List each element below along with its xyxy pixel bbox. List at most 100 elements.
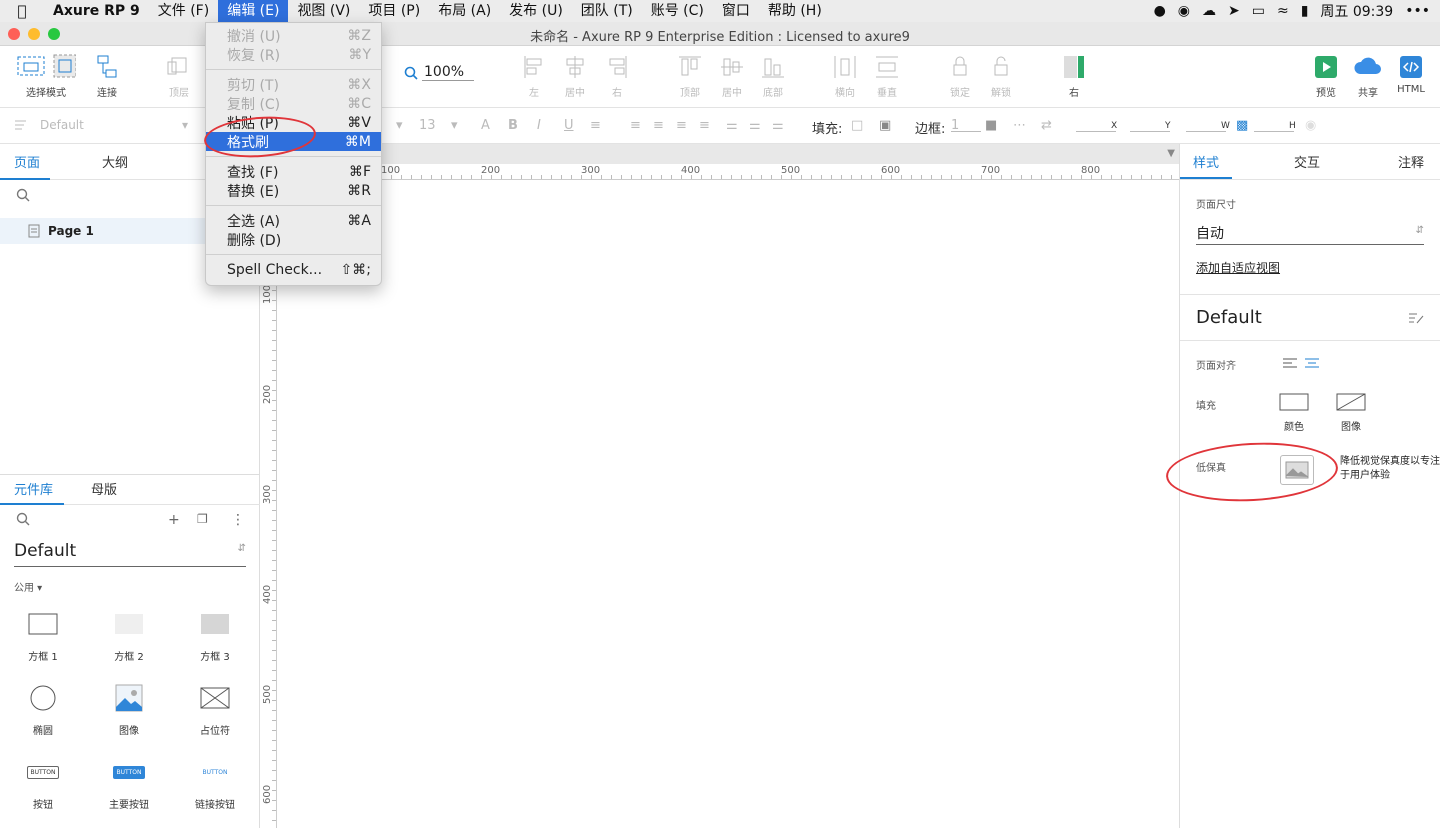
- apple-icon[interactable]: : [0, 2, 44, 20]
- status-app-icon[interactable]: ◉: [1178, 3, 1190, 19]
- tab-library[interactable]: 元件库: [0, 475, 64, 505]
- x-field[interactable]: [1076, 118, 1116, 132]
- menu-item-format-painter[interactable]: 格式刷 ⌘M: [206, 132, 381, 151]
- text-align-left-icon[interactable]: ≡: [630, 118, 641, 133]
- border-color-icon[interactable]: ■: [985, 118, 997, 133]
- widget-box1[interactable]: 方框 1: [0, 604, 86, 663]
- text-justify-icon[interactable]: ≡: [699, 118, 710, 133]
- widget-image[interactable]: 图像: [86, 678, 172, 737]
- page-size-select[interactable]: 自动 ⇵: [1196, 223, 1424, 245]
- menu-item-find[interactable]: 查找 (F) ⌘F: [206, 162, 381, 181]
- menu-publish[interactable]: 发布 (U): [500, 0, 572, 22]
- align-right-button[interactable]: 右: [592, 54, 642, 99]
- font-size-field[interactable]: 13: [419, 118, 436, 133]
- underline-icon[interactable]: U: [564, 118, 574, 133]
- widget-box3[interactable]: 方框 3: [172, 604, 258, 663]
- library-select[interactable]: Default ⇵: [14, 541, 246, 567]
- italic-icon[interactable]: I: [537, 118, 541, 133]
- bring-to-top-button[interactable]: 顶层: [154, 54, 204, 99]
- tab-style[interactable]: 样式: [1180, 144, 1232, 179]
- widget-ellipse[interactable]: 椭圆: [0, 678, 86, 737]
- menu-item-paste[interactable]: 粘贴 (P) ⌘V: [206, 113, 381, 132]
- h-field[interactable]: [1254, 118, 1294, 132]
- more-icon[interactable]: •••: [1405, 3, 1430, 19]
- library-search-icon[interactable]: [16, 512, 30, 530]
- tab-masters[interactable]: 母版: [64, 475, 144, 505]
- library-more-icon[interactable]: ⋮: [231, 512, 245, 528]
- menu-help[interactable]: 帮助 (H): [759, 0, 831, 22]
- visibility-icon[interactable]: ◉: [1305, 118, 1316, 133]
- text-align-center-icon[interactable]: ≡: [653, 118, 664, 133]
- bullet-list-icon[interactable]: ≡: [590, 118, 601, 133]
- tab-notes[interactable]: 注释: [1382, 144, 1440, 179]
- font-select-chevron-icon[interactable]: ▾: [396, 118, 403, 133]
- bold-icon[interactable]: B: [508, 118, 518, 133]
- add-library-icon[interactable]: +: [168, 512, 180, 528]
- widget-button[interactable]: BUTTON 按钮: [0, 752, 86, 811]
- wechat-icon[interactable]: ☁: [1202, 3, 1216, 19]
- shadow-icon[interactable]: ▣: [879, 118, 891, 133]
- fill-color-swatch[interactable]: □: [851, 118, 863, 133]
- fill-image-button[interactable]: 图像: [1336, 393, 1366, 433]
- menu-item-select-all[interactable]: 全选 (A) ⌘A: [206, 211, 381, 230]
- font-color-icon[interactable]: A: [481, 118, 490, 133]
- widget-link-button[interactable]: BUTTON 链接按钮: [172, 752, 258, 812]
- send-icon[interactable]: ➤: [1228, 3, 1240, 19]
- menu-item-copy[interactable]: 复制 (C) ⌘C: [206, 94, 381, 113]
- menu-file[interactable]: 文件 (F): [149, 0, 218, 22]
- menu-view[interactable]: 视图 (V): [288, 0, 359, 22]
- battery-icon[interactable]: ▮: [1301, 3, 1309, 19]
- text-align-right-icon[interactable]: ≡: [676, 118, 687, 133]
- menu-project[interactable]: 项目 (P): [359, 0, 429, 22]
- qq-icon[interactable]: ●: [1154, 3, 1166, 19]
- wifi-icon[interactable]: ≈: [1277, 3, 1289, 19]
- menu-arrange[interactable]: 布局 (A): [429, 0, 500, 22]
- aspect-lock-icon[interactable]: ▩: [1236, 118, 1248, 133]
- border-width-field[interactable]: 1: [951, 118, 981, 133]
- library-copy-icon[interactable]: ❐: [197, 512, 208, 526]
- display-icon[interactable]: ▭: [1252, 3, 1265, 19]
- menu-window[interactable]: 窗口: [713, 0, 759, 22]
- align-bottom-button[interactable]: 底部: [748, 54, 798, 99]
- distribute-vertical-button[interactable]: 垂直: [862, 54, 912, 99]
- menu-item-spell-check[interactable]: Spell Check... ⇧⌘;: [206, 260, 381, 279]
- zoom-value[interactable]: 100%: [422, 64, 474, 81]
- design-canvas[interactable]: ▼ 100 200 300 400 500 600 700 800 100 20…: [261, 144, 1179, 828]
- clock[interactable]: 周五 09:39: [1320, 1, 1393, 21]
- widget-placeholder[interactable]: 占位符: [172, 678, 258, 737]
- widget-primary-button[interactable]: BUTTON 主要按钮: [86, 752, 172, 811]
- tab-outline[interactable]: 大纲: [50, 144, 180, 180]
- align-left-icon[interactable]: [1282, 357, 1298, 369]
- app-menu[interactable]: Axure RP 9: [44, 0, 149, 22]
- menu-account[interactable]: 账号 (C): [642, 0, 713, 22]
- widget-box2[interactable]: 方框 2: [86, 604, 172, 663]
- edit-style-icon[interactable]: [1408, 311, 1424, 325]
- align-center-icon[interactable]: [1304, 357, 1320, 369]
- menu-item-undo[interactable]: 撤消 (U) ⌘Z: [206, 26, 381, 45]
- menu-item-redo[interactable]: 恢复 (R) ⌘Y: [206, 45, 381, 64]
- w-field[interactable]: [1186, 118, 1226, 132]
- zoom-control[interactable]: 100%: [404, 64, 474, 81]
- menu-team[interactable]: 团队 (T): [572, 0, 642, 22]
- connect-button[interactable]: 连接: [82, 54, 132, 99]
- menu-edit[interactable]: 编辑 (E): [218, 0, 289, 22]
- low-fidelity-toggle[interactable]: [1280, 455, 1314, 485]
- menu-item-delete[interactable]: 删除 (D): [206, 230, 381, 249]
- select-mode-button[interactable]: 选择模式: [4, 54, 88, 99]
- tab-pages[interactable]: 页面: [0, 144, 50, 180]
- border-style-icon[interactable]: ⋯: [1013, 118, 1026, 133]
- canvas-menu-chevron-icon[interactable]: ▼: [1167, 148, 1175, 159]
- valign-top-icon[interactable]: ⚌: [726, 118, 738, 133]
- fill-color-button[interactable]: 颜色: [1279, 393, 1309, 433]
- unlock-button[interactable]: 解锁: [976, 54, 1026, 99]
- add-adaptive-view-link[interactable]: 添加自适应视图: [1196, 259, 1424, 276]
- style-select[interactable]: Default ▾: [14, 118, 188, 132]
- arrow-style-icon[interactable]: ⇄: [1041, 118, 1052, 133]
- html-button[interactable]: HTML: [1386, 54, 1436, 95]
- valign-middle-icon[interactable]: ⚌: [749, 118, 761, 133]
- y-field[interactable]: [1130, 118, 1170, 132]
- menu-item-cut[interactable]: 剪切 (T) ⌘X: [206, 75, 381, 94]
- right-panel-toggle-button[interactable]: 右: [1049, 54, 1099, 99]
- library-group-label[interactable]: 公用 ▾: [14, 579, 260, 594]
- font-size-chevron-icon[interactable]: ▾: [451, 118, 458, 133]
